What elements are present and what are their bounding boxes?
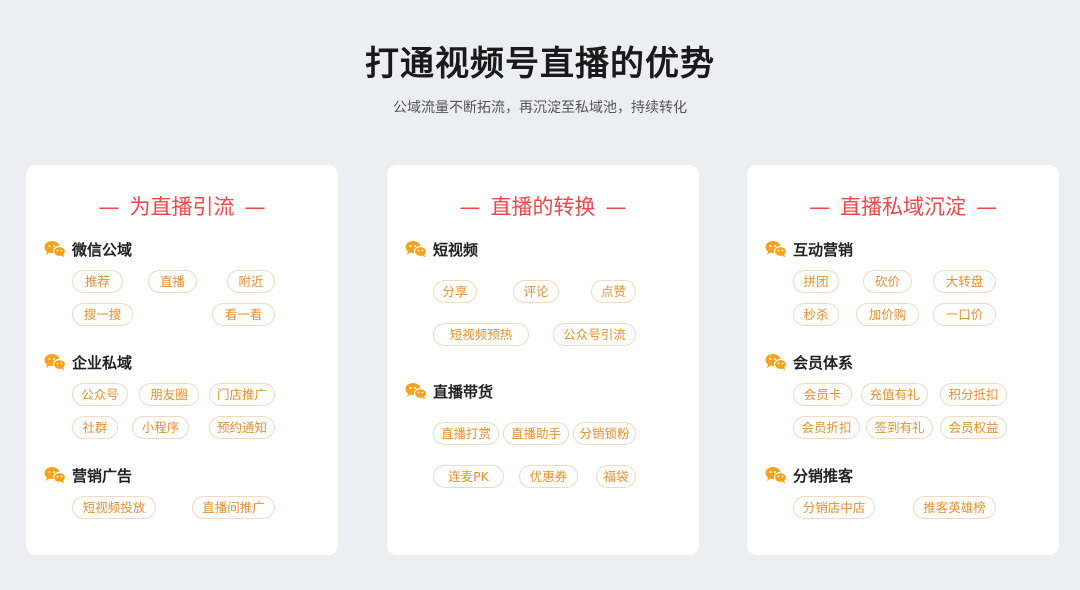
card-title: — 为直播引流 — (26, 191, 338, 221)
section-name: 分销推客 (793, 466, 854, 485)
tag-like[interactable]: 点赞 (591, 280, 636, 303)
tag-video-warmup[interactable]: 短视频预热 (433, 323, 529, 346)
tag-member-discount[interactable]: 会员折扣 (793, 416, 860, 439)
wechat-icon (44, 467, 66, 484)
card-private-retention: — 直播私域沉淀 — 互动营销 拼团 砍价 大转盘 秒杀 加价购 一口价 会员体系 … (747, 165, 1059, 555)
tag-comment[interactable]: 评论 (513, 280, 559, 303)
section-short-video: 短视频 分享 评论 点赞 短视频预热 公众号引流 (405, 237, 681, 346)
section-distribution: 分销推客 分销店中店 推客英雄榜 (765, 463, 1041, 519)
tag-group-buy[interactable]: 拼团 (793, 270, 839, 293)
card-title: — 直播私域沉淀 — (747, 191, 1059, 221)
tag-lucky-wheel[interactable]: 大转盘 (933, 270, 996, 293)
card-title-text: 直播私域沉淀 (840, 195, 966, 219)
section-name: 营销广告 (72, 466, 133, 485)
card-title: — 直播的转换 — (387, 191, 699, 221)
tag-live-tips[interactable]: 直播打赏 (433, 422, 499, 445)
tag-video-ads[interactable]: 短视频投放 (72, 496, 156, 519)
tag-live-assistant[interactable]: 直播助手 (503, 422, 569, 445)
tag-mic-pk[interactable]: 连麦PK (433, 465, 504, 488)
wechat-icon (44, 354, 66, 371)
tag-promoter-ranking[interactable]: 推客英雄榜 (913, 496, 996, 519)
section-name: 会员体系 (793, 353, 854, 372)
tag-coupon[interactable]: 优惠券 (519, 465, 578, 488)
page-subtitle: 公域流量不断拓流，再沉淀至私域池，持续转化 (393, 100, 687, 116)
tag-checkin-gift[interactable]: 签到有礼 (866, 416, 933, 439)
wechat-icon (765, 354, 787, 371)
tag-official-account[interactable]: 公众号 (72, 383, 128, 406)
tag-community[interactable]: 社群 (72, 416, 118, 439)
wechat-icon (405, 241, 427, 258)
wechat-icon (405, 383, 427, 400)
section-name: 微信公域 (72, 240, 133, 259)
tag-distribution-lock[interactable]: 分销锁粉 (573, 422, 636, 445)
wechat-icon (765, 241, 787, 258)
section-marketing-ads: 营销广告 短视频投放 直播间推广 (44, 463, 320, 519)
section-name: 直播带货 (433, 382, 494, 401)
title-dash-right: — (605, 195, 627, 219)
card-title-text: 直播的转换 (490, 195, 596, 219)
tag-add-price-buy[interactable]: 加价购 (856, 303, 919, 326)
tag-bargain[interactable]: 砍价 (863, 270, 912, 293)
section-live-sales: 直播带货 直播打赏 直播助手 分销锁粉 连麦PK 优惠券 福袋 (405, 379, 681, 488)
tag-reservation-notice[interactable]: 预约通知 (209, 416, 275, 439)
tag-lucky-bag[interactable]: 福袋 (596, 465, 636, 488)
tag-store-in-store[interactable]: 分销店中店 (793, 496, 875, 519)
tag-search[interactable]: 搜一搜 (72, 303, 133, 326)
section-name: 短视频 (433, 240, 479, 259)
tag-recommend[interactable]: 推荐 (72, 270, 123, 293)
wechat-icon (44, 241, 66, 258)
tag-recharge-gift[interactable]: 充值有礼 (861, 383, 928, 406)
title-dash-right: — (244, 195, 266, 219)
wechat-icon (765, 467, 787, 484)
tag-fixed-price[interactable]: 一口价 (933, 303, 996, 326)
title-dash-right: — (976, 195, 997, 219)
section-wechat-public: 微信公域 推荐 直播 附近 搜一搜 看一看 (44, 237, 320, 326)
section-name: 互动营销 (793, 240, 854, 259)
page-title: 打通视频号直播的优势 (365, 44, 715, 84)
tag-points-deduct[interactable]: 积分抵扣 (940, 383, 1007, 406)
tag-share[interactable]: 分享 (433, 280, 477, 303)
card-conversion: — 直播的转换 — 短视频 分享 评论 点赞 短视频预热 公众号引流 直播带货 直播… (387, 165, 699, 555)
tag-look[interactable]: 看一看 (212, 303, 275, 326)
tag-live[interactable]: 直播 (148, 270, 197, 293)
card-title-text: 为直播引流 (129, 195, 235, 219)
tag-live-room-promo[interactable]: 直播间推广 (192, 496, 275, 519)
tag-flash-sale[interactable]: 秒杀 (793, 303, 839, 326)
tag-member-card[interactable]: 会员卡 (793, 383, 852, 406)
tag-store-promo[interactable]: 门店推广 (209, 383, 275, 406)
tag-member-rights[interactable]: 会员权益 (940, 416, 1007, 439)
title-dash-left: — (809, 195, 830, 219)
title-dash-left: — (98, 195, 120, 219)
section-interactive-marketing: 互动营销 拼团 砍价 大转盘 秒杀 加价购 一口价 (765, 237, 1041, 326)
tag-official-traffic[interactable]: 公众号引流 (553, 323, 636, 346)
title-dash-left: — (459, 195, 481, 219)
tag-moments[interactable]: 朋友圈 (139, 383, 199, 406)
section-membership: 会员体系 会员卡 充值有礼 积分抵扣 会员折扣 签到有礼 会员权益 (765, 350, 1041, 439)
section-name: 企业私域 (72, 353, 133, 372)
tag-nearby[interactable]: 附近 (227, 270, 275, 293)
tag-mini-program[interactable]: 小程序 (132, 416, 189, 439)
section-enterprise-private: 企业私域 公众号 朋友圈 门店推广 社群 小程序 预约通知 (44, 350, 320, 439)
card-traffic: — 为直播引流 — 微信公域 推荐 直播 附近 搜一搜 看一看 企业私域 公众号 朋… (26, 165, 338, 555)
